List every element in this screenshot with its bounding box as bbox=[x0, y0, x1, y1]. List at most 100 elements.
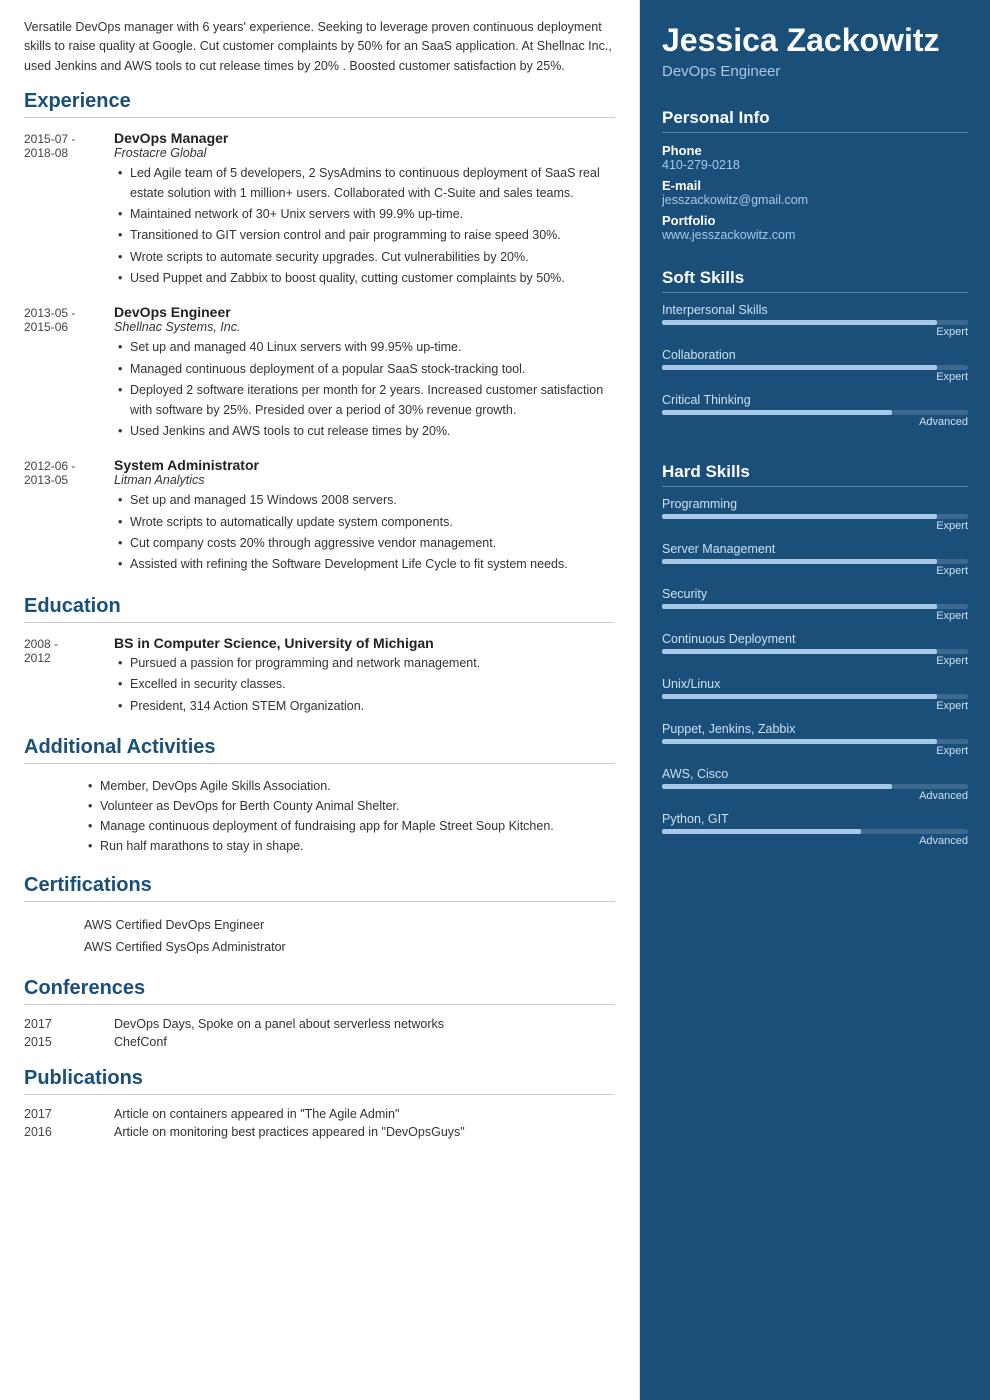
skill-level: Expert bbox=[662, 745, 968, 757]
publications-title: Publications bbox=[24, 1067, 615, 1095]
conf-text-1: DevOps Days, Spoke on a panel about serv… bbox=[114, 1017, 444, 1031]
skill-bar-fill bbox=[662, 320, 937, 325]
skill-name: Continuous Deployment bbox=[662, 632, 968, 646]
skill-name: Security bbox=[662, 587, 968, 601]
skill-name: Server Management bbox=[662, 542, 968, 556]
bullet: Assisted with refining the Software Deve… bbox=[114, 555, 615, 574]
skill-bar-bg bbox=[662, 739, 968, 744]
additional-bullets: Member, DevOps Agile Skills Association.… bbox=[24, 776, 615, 856]
edu-bullets-1: Pursued a passion for programming and ne… bbox=[114, 654, 615, 716]
publications-section: Publications 2017 Article on containers … bbox=[24, 1067, 615, 1139]
skill-bar-bg bbox=[662, 320, 968, 325]
skill-bar-bg bbox=[662, 604, 968, 609]
skill-bar-bg bbox=[662, 694, 968, 699]
skill-unix-linux: Unix/Linux Expert bbox=[662, 677, 968, 712]
education-title: Education bbox=[24, 595, 615, 623]
skill-security: Security Expert bbox=[662, 587, 968, 622]
bullet: Cut company costs 20% through aggressive… bbox=[114, 534, 615, 553]
skill-aws-cisco: AWS, Cisco Advanced bbox=[662, 767, 968, 802]
candidate-name: Jessica Zackowitz bbox=[662, 22, 968, 59]
skill-level: Expert bbox=[662, 520, 968, 532]
phone-value: 410-279-0218 bbox=[662, 158, 968, 172]
exp-bullets-1: Led Agile team of 5 developers, 2 SysAdm… bbox=[114, 164, 615, 288]
skill-bar-fill bbox=[662, 829, 861, 834]
phone-label: Phone bbox=[662, 143, 968, 158]
personal-info-title: Personal Info bbox=[662, 108, 968, 133]
exp-content-1: DevOps Manager Frostacre Global Led Agil… bbox=[114, 130, 615, 290]
skill-name: Critical Thinking bbox=[662, 393, 968, 407]
pub-year-1: 2017 bbox=[24, 1107, 114, 1121]
exp-title-2: DevOps Engineer bbox=[114, 304, 615, 320]
bullet: Maintained network of 30+ Unix servers w… bbox=[114, 205, 615, 224]
exp-bullets-2: Set up and managed 40 Linux servers with… bbox=[114, 338, 615, 441]
cert-list: AWS Certified DevOps Engineer AWS Certif… bbox=[24, 914, 615, 959]
skill-interpersonal: Interpersonal Skills Expert bbox=[662, 303, 968, 338]
right-header: Jessica Zackowitz DevOps Engineer bbox=[640, 0, 990, 94]
bullet: Transitioned to GIT version control and … bbox=[114, 226, 615, 245]
cert-item-2: AWS Certified SysOps Administrator bbox=[84, 936, 615, 959]
skill-level: Expert bbox=[662, 700, 968, 712]
skill-bar-bg bbox=[662, 365, 968, 370]
edu-title-1: BS in Computer Science, University of Mi… bbox=[114, 635, 615, 651]
skill-puppet-jenkins-zabbix: Puppet, Jenkins, Zabbix Expert bbox=[662, 722, 968, 757]
email-value: jesszackowitz@gmail.com bbox=[662, 193, 968, 207]
certifications-section: Certifications AWS Certified DevOps Engi… bbox=[24, 874, 615, 959]
skill-continuous-deployment: Continuous Deployment Expert bbox=[662, 632, 968, 667]
skill-name: AWS, Cisco bbox=[662, 767, 968, 781]
bullet: Member, DevOps Agile Skills Association. bbox=[84, 776, 615, 796]
exp-dates-1: 2015-07 -2018-08 bbox=[24, 130, 114, 290]
left-column: Versatile DevOps manager with 6 years' e… bbox=[0, 0, 640, 1400]
pub-text-2: Article on monitoring best practices app… bbox=[114, 1125, 465, 1139]
bullet: Used Puppet and Zabbix to boost quality,… bbox=[114, 269, 615, 288]
bullet: Wrote scripts to automatically update sy… bbox=[114, 513, 615, 532]
exp-company-3: Litman Analytics bbox=[114, 473, 615, 487]
experience-section: Experience 2015-07 -2018-08 DevOps Manag… bbox=[24, 90, 615, 577]
right-column: Jessica Zackowitz DevOps Engineer Person… bbox=[640, 0, 990, 1400]
skill-bar-fill bbox=[662, 365, 937, 370]
exp-title-3: System Administrator bbox=[114, 457, 615, 473]
additional-section: Additional Activities Member, DevOps Agi… bbox=[24, 736, 615, 856]
bullet: Led Agile team of 5 developers, 2 SysAdm… bbox=[114, 164, 615, 203]
skill-name: Unix/Linux bbox=[662, 677, 968, 691]
portfolio-label: Portfolio bbox=[662, 213, 968, 228]
skill-name: Puppet, Jenkins, Zabbix bbox=[662, 722, 968, 736]
bullet: Excelled in security classes. bbox=[114, 675, 615, 694]
bullet: Manage continuous deployment of fundrais… bbox=[84, 816, 615, 836]
cert-item-1: AWS Certified DevOps Engineer bbox=[84, 914, 615, 937]
skill-bar-bg bbox=[662, 829, 968, 834]
bullet: President, 314 Action STEM Organization. bbox=[114, 697, 615, 716]
exp-company-1: Frostacre Global bbox=[114, 146, 615, 160]
pub-year-2: 2016 bbox=[24, 1125, 114, 1139]
exp-title-1: DevOps Manager bbox=[114, 130, 615, 146]
candidate-role: DevOps Engineer bbox=[662, 63, 968, 80]
skill-level: Expert bbox=[662, 371, 968, 383]
skill-bar-bg bbox=[662, 410, 968, 415]
skill-bar-fill bbox=[662, 514, 937, 519]
soft-skills-title: Soft Skills bbox=[662, 268, 968, 293]
exp-company-2: Shellnac Systems, Inc. bbox=[114, 320, 615, 334]
summary-text: Versatile DevOps manager with 6 years' e… bbox=[24, 18, 615, 76]
skill-bar-fill bbox=[662, 410, 892, 415]
skill-level: Advanced bbox=[662, 790, 968, 802]
skill-level: Advanced bbox=[662, 416, 968, 428]
pub-text-1: Article on containers appeared in "The A… bbox=[114, 1107, 399, 1121]
edu-item-1: 2008 -2012 BS in Computer Science, Unive… bbox=[24, 635, 615, 718]
bullet: Volunteer as DevOps for Berth County Ani… bbox=[84, 796, 615, 816]
soft-skills-section: Soft Skills Interpersonal Skills Expert … bbox=[640, 254, 990, 448]
skill-bar-fill bbox=[662, 649, 937, 654]
bullet: Set up and managed 40 Linux servers with… bbox=[114, 338, 615, 357]
hard-skills-section: Hard Skills Programming Expert Server Ma… bbox=[640, 448, 990, 867]
education-section: Education 2008 -2012 BS in Computer Scie… bbox=[24, 595, 615, 718]
portfolio-value: www.jesszackowitz.com bbox=[662, 228, 968, 242]
email-label: E-mail bbox=[662, 178, 968, 193]
additional-title: Additional Activities bbox=[24, 736, 615, 764]
conf-year-1: 2017 bbox=[24, 1017, 114, 1031]
pub-item-1: 2017 Article on containers appeared in "… bbox=[24, 1107, 615, 1121]
exp-bullets-3: Set up and managed 15 Windows 2008 serve… bbox=[114, 491, 615, 575]
bullet: Used Jenkins and AWS tools to cut releas… bbox=[114, 422, 615, 441]
conferences-title: Conferences bbox=[24, 977, 615, 1005]
experience-title: Experience bbox=[24, 90, 615, 118]
skill-level: Expert bbox=[662, 565, 968, 577]
skill-programming: Programming Expert bbox=[662, 497, 968, 532]
pub-item-2: 2016 Article on monitoring best practice… bbox=[24, 1125, 615, 1139]
